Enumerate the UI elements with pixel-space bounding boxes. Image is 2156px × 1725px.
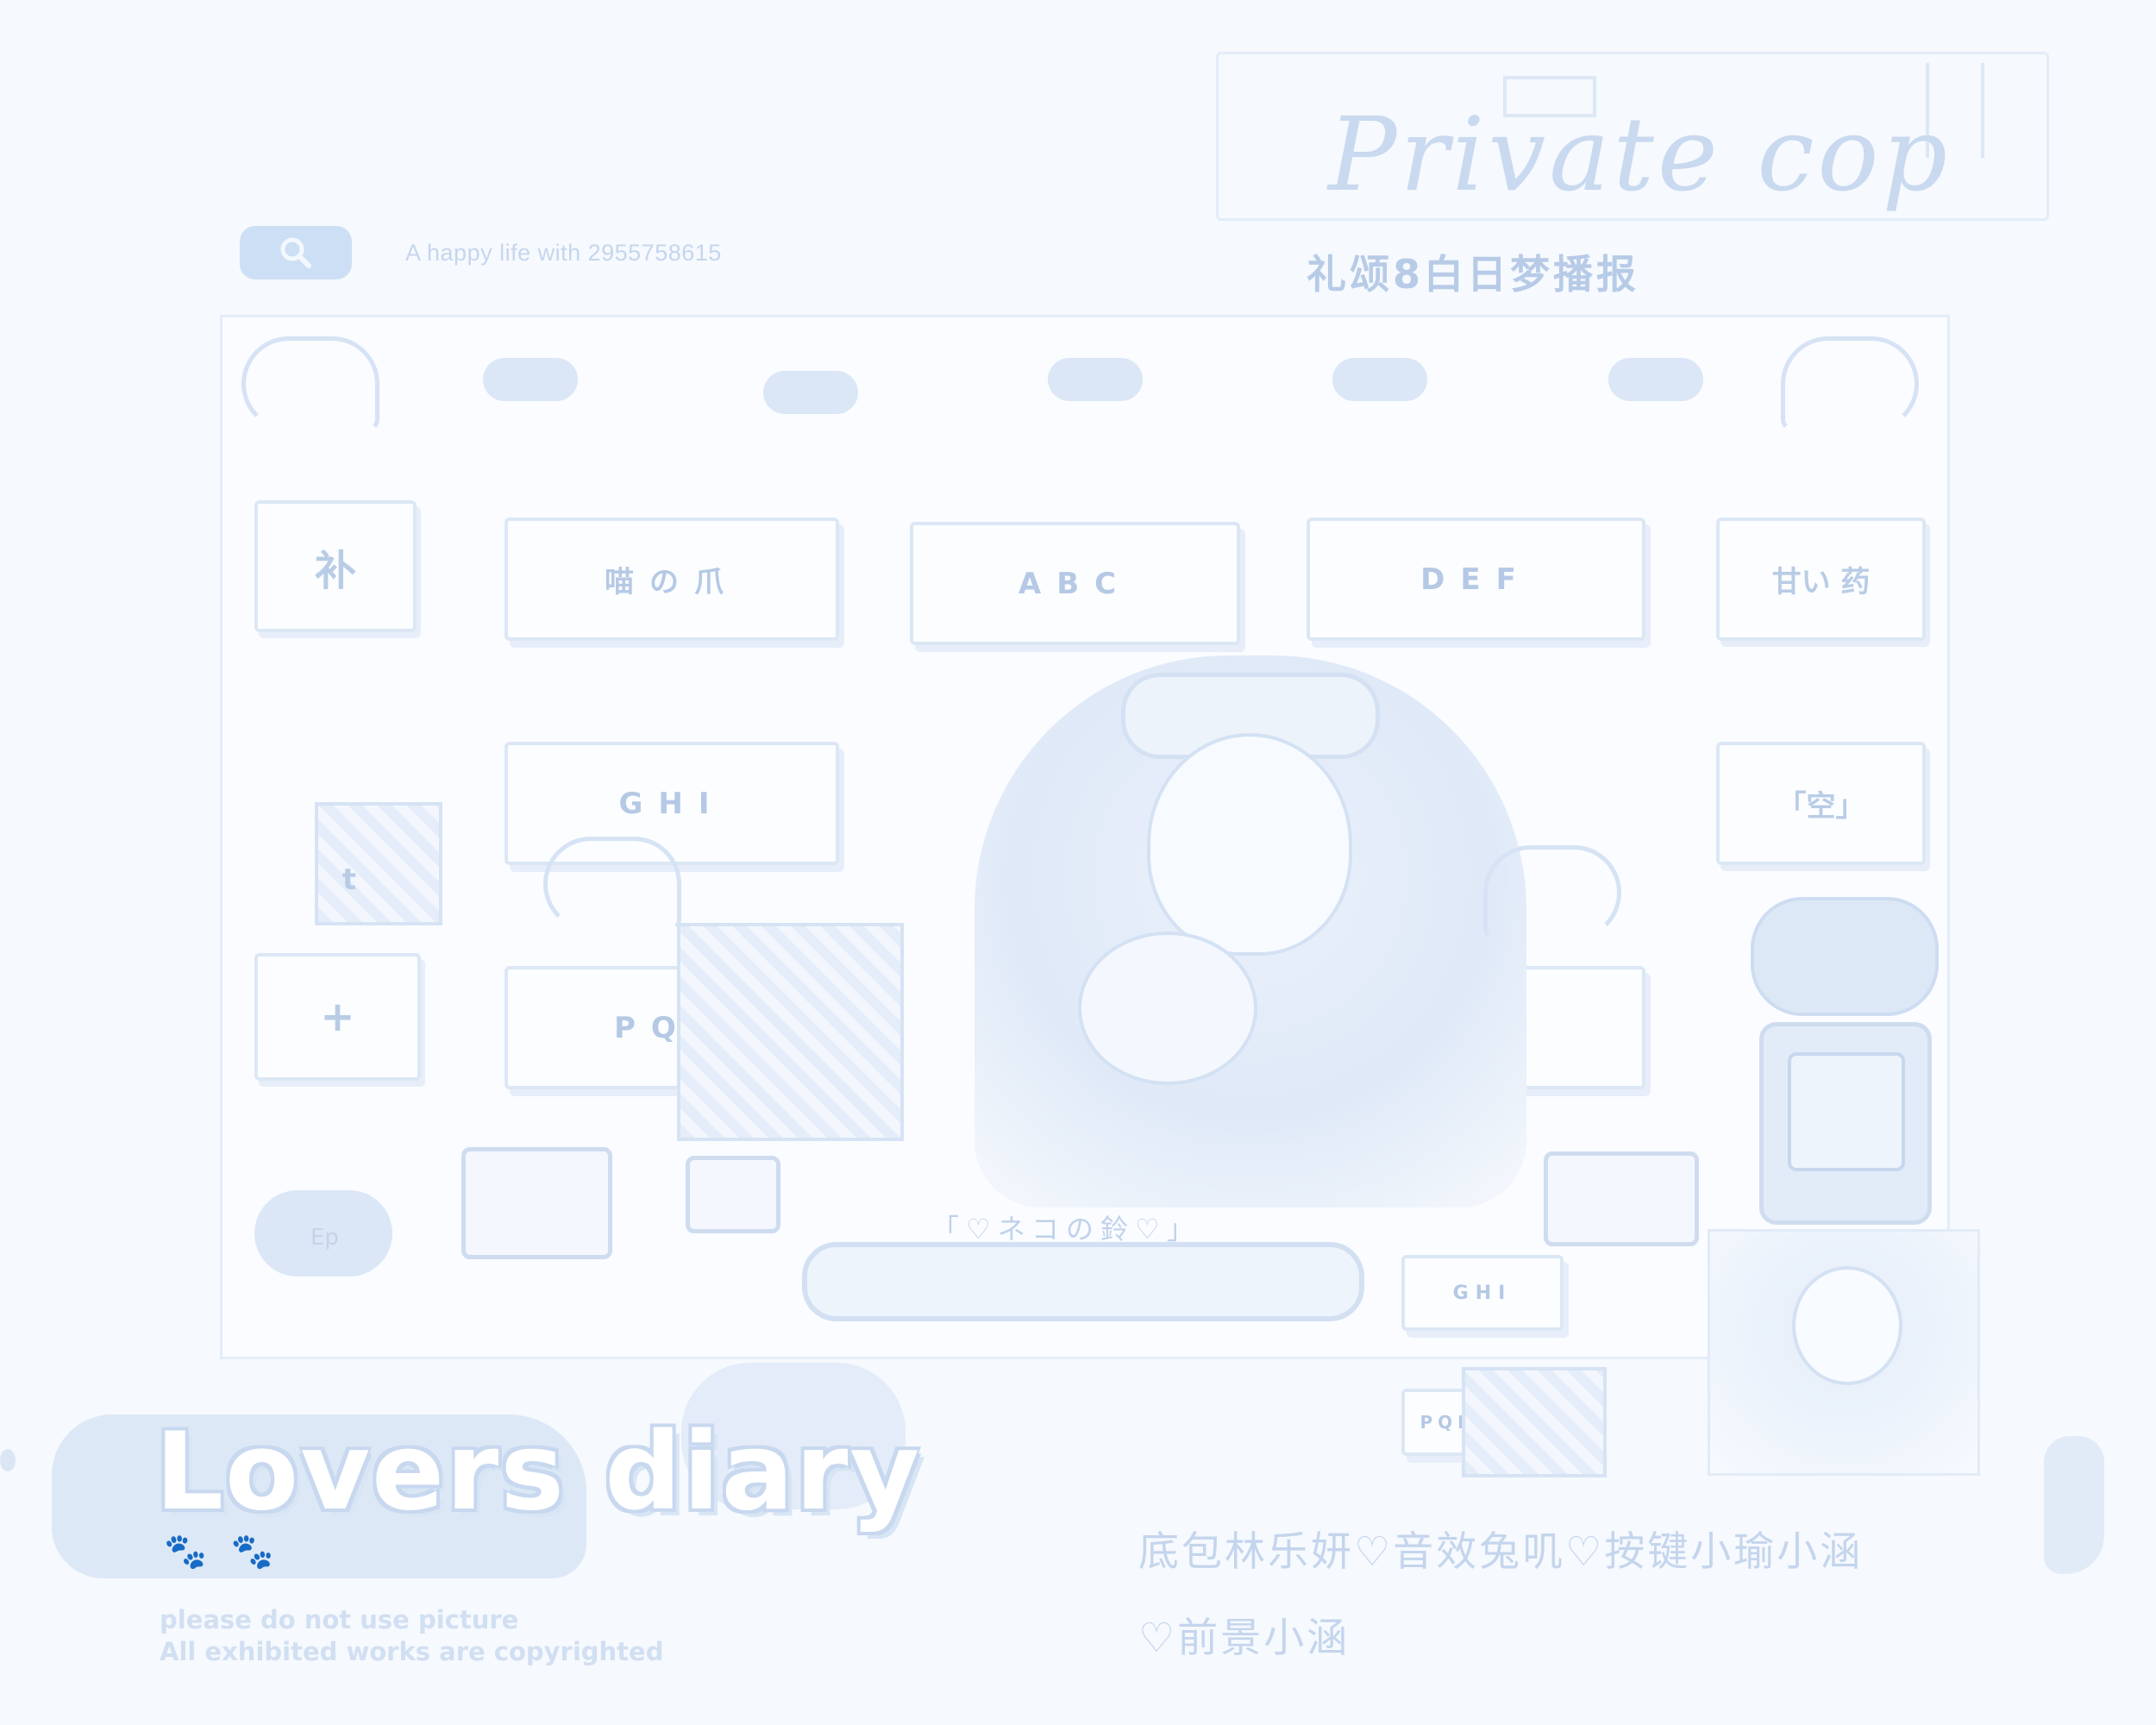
game-console-icon [1544, 1151, 1699, 1246]
sticker-collage-thumbnail [677, 923, 904, 1141]
wing-icon [543, 837, 681, 932]
cloud-icon [763, 371, 858, 414]
brand-script: Private cop [1328, 95, 1951, 214]
search-icon [280, 237, 311, 268]
wing-icon [1483, 845, 1621, 940]
wing-right-icon [1781, 336, 1919, 431]
disclaimer-line-1: please do not use picture [160, 1605, 519, 1634]
cloud-icon [1608, 358, 1703, 401]
page-title: Lovers diary [155, 1410, 922, 1534]
key-tile-mid-left[interactable]: t [315, 850, 384, 910]
preview-illustration [1708, 1229, 1980, 1476]
cloud-icon [483, 358, 578, 401]
wing-left-icon [241, 336, 379, 431]
device-screen [1788, 1052, 1905, 1171]
key-ghi[interactable]: GHI [505, 742, 839, 865]
game-console-icon [686, 1156, 780, 1233]
mini-sticker-thumbnail [1462, 1367, 1607, 1477]
handheld-device-sticker [1759, 1022, 1932, 1225]
character-face [1147, 733, 1352, 956]
cloud-icon [1048, 358, 1143, 401]
page-subtitle: 礼颂8白日梦播报 [1307, 251, 1640, 298]
teddy-bear-shape [1078, 932, 1257, 1085]
paint-drip [2044, 1436, 2104, 1574]
key-sweet-medicine[interactable]: 甘い 药 [1716, 518, 1926, 641]
game-console-icon [461, 1147, 612, 1259]
sticker-bubble [1751, 897, 1939, 1016]
credits-line-1: 底包林乐妍♡音效兔叽♡按键小瑜小涵 [1138, 1528, 1864, 1576]
key-meow[interactable]: 喵の爪 [505, 518, 839, 641]
credits-line-2: ♡前景小涵 [1138, 1615, 1351, 1662]
paw-prints-icon: 🐾🐾 [164, 1532, 298, 1571]
top-decoration-row [220, 319, 1945, 448]
copyright-notice: please do not use picture All exhibited … [160, 1604, 663, 1668]
search-button[interactable] [240, 226, 352, 279]
ep-label: Ep [310, 1225, 339, 1251]
paint-drip [0, 1449, 16, 1471]
key-tile-bottom-left[interactable]: + [254, 953, 421, 1081]
banner-lettering-shape [802, 1242, 1364, 1321]
cloud-icon [1332, 358, 1427, 401]
character-face [1792, 1266, 1902, 1385]
key-def[interactable]: DEF [1307, 518, 1645, 641]
mini-key-ghi[interactable]: GHI [1401, 1255, 1564, 1331]
key-tile-top-left[interactable]: 补 [254, 500, 417, 632]
key-empty[interactable]: 「空」 [1716, 742, 1926, 865]
cat-bell-banner: 「♡ネコの鈴♡」 [776, 1208, 1397, 1328]
key-abc[interactable]: ABC [910, 522, 1240, 645]
disclaimer-line-2: All exhibited works are copyrighted [160, 1637, 664, 1666]
tagline: A happy life with 2955758615 [405, 240, 722, 266]
